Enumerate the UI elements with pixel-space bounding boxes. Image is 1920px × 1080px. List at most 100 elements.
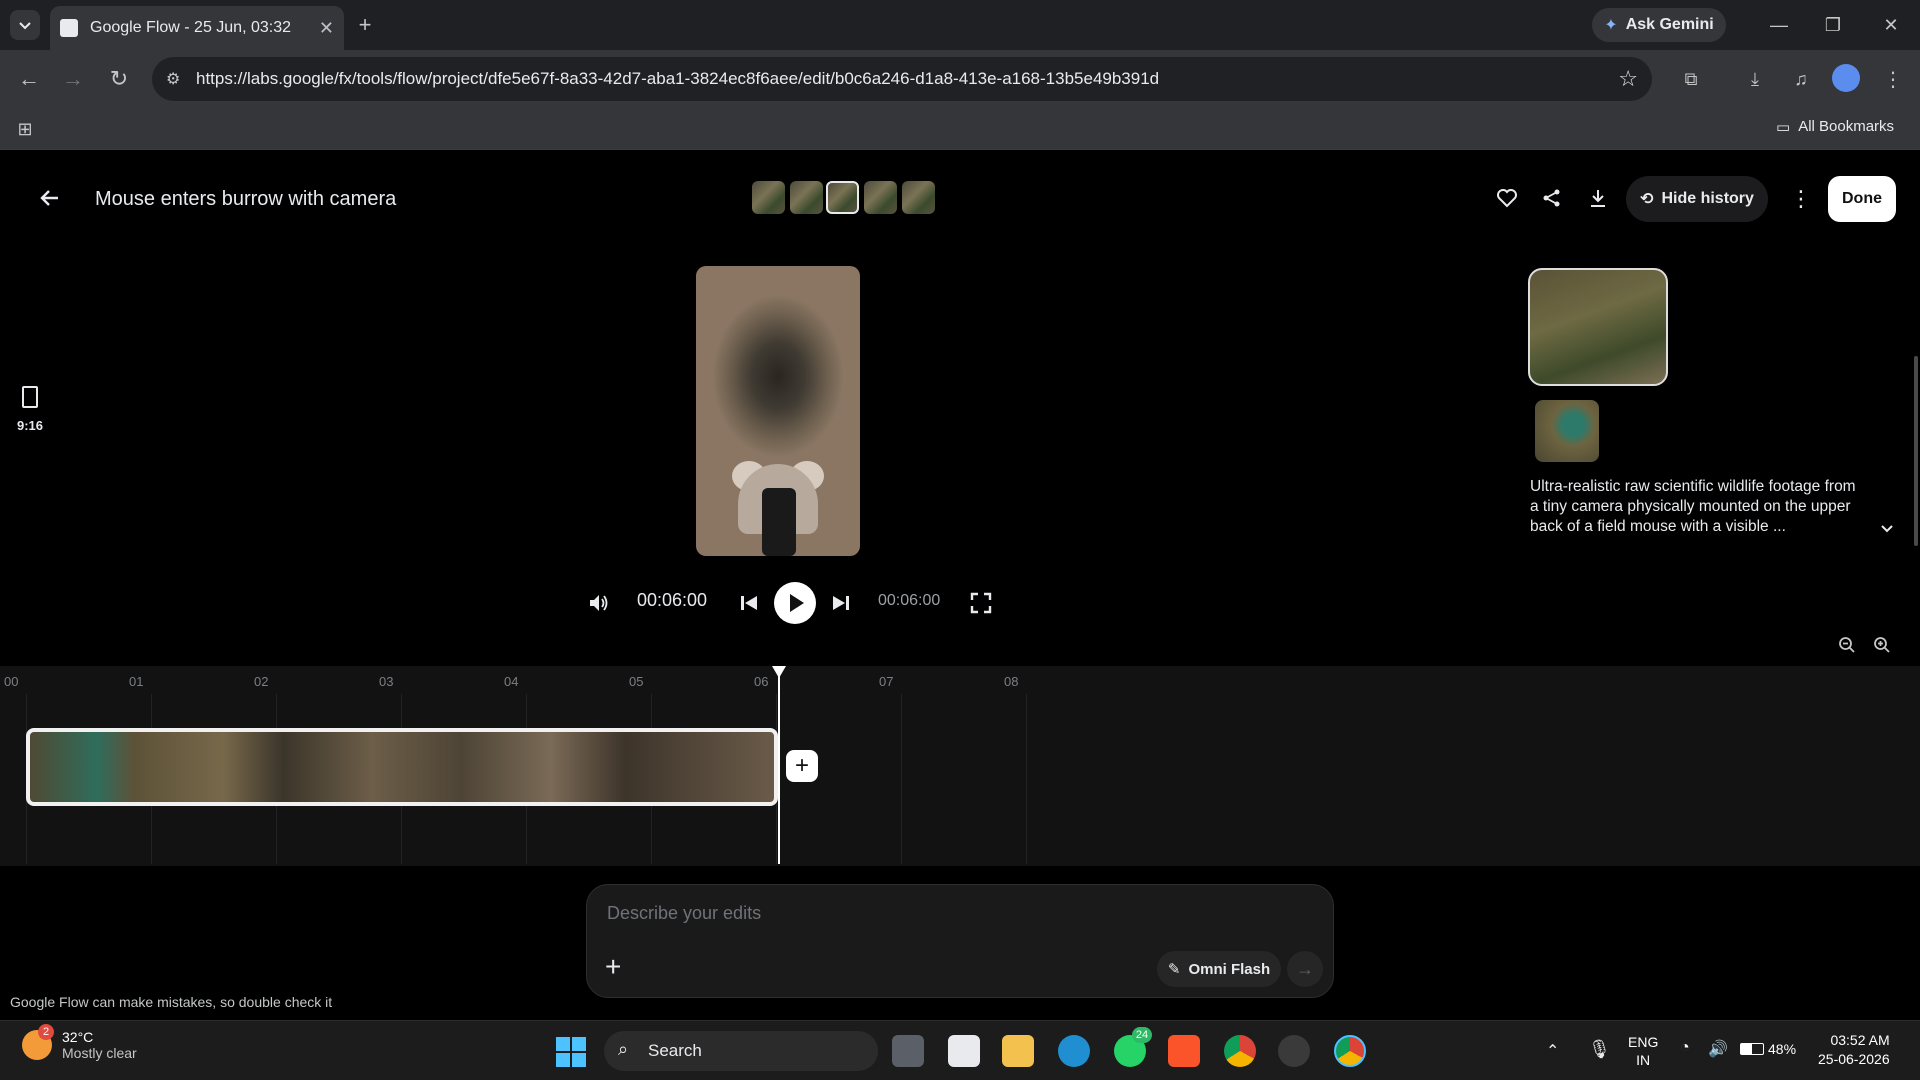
download-icon[interactable] — [1588, 188, 1608, 208]
extensions-icon[interactable]: ⧉ — [1676, 64, 1706, 94]
disclaimer-text: Google Flow can make mistakes, so double… — [10, 994, 333, 1010]
whatsapp-badge: 24 — [1132, 1027, 1152, 1043]
windows-start-icon[interactable] — [556, 1037, 586, 1067]
playhead[interactable] — [772, 666, 786, 864]
forward-button[interactable]: → — [58, 64, 88, 94]
add-attachment-button[interactable]: + — [605, 953, 621, 981]
bookmark-star-icon[interactable]: ☆ — [1618, 66, 1638, 92]
reload-button[interactable]: ↻ — [104, 64, 134, 94]
tab-title: Google Flow - 25 Jun, 03:32 — [90, 19, 292, 36]
back-button[interactable]: ← — [14, 64, 44, 94]
chrome-icon[interactable] — [1224, 1035, 1256, 1067]
taskbar-search[interactable]: ⌕ Search — [604, 1031, 878, 1071]
model-selector-button[interactable]: ✎ Omni Flash — [1157, 951, 1281, 987]
back-arrow-icon[interactable] — [38, 186, 62, 210]
edge-icon[interactable] — [1058, 1035, 1090, 1067]
app-icon[interactable] — [1278, 1035, 1310, 1067]
playhead-handle[interactable] — [772, 666, 786, 678]
history-scrollbar[interactable] — [1914, 356, 1918, 546]
minimize-window-button[interactable]: — — [1764, 10, 1794, 40]
volume-icon[interactable] — [588, 593, 610, 613]
file-explorer-icon[interactable] — [1002, 1035, 1034, 1067]
history-thumbnail[interactable] — [864, 181, 897, 214]
weather-widget[interactable]: 2 32°C Mostly clear — [22, 1024, 137, 1061]
fullscreen-icon[interactable] — [970, 592, 992, 614]
restore-window-button[interactable]: ❐ — [1818, 10, 1848, 40]
chrome-active-icon[interactable] — [1334, 1035, 1366, 1067]
browser-toolbar: ← → ↻ ⚙ https://labs.google/fx/tools/flo… — [0, 50, 1920, 108]
tab-search-button[interactable] — [10, 10, 40, 40]
history-thumbnail[interactable] — [752, 181, 785, 214]
profile-avatar[interactable] — [1832, 64, 1860, 92]
weather-desc: Mostly clear — [62, 1045, 137, 1061]
play-button[interactable] — [774, 582, 816, 624]
timeline-tick-label: 02 — [254, 674, 269, 689]
taskbar-search-label: Search — [648, 1041, 702, 1060]
timeline-tick-label: 01 — [129, 674, 144, 689]
play-icon — [790, 594, 804, 612]
timeline-tick-label: 07 — [879, 674, 894, 689]
url-text: https://labs.google/fx/tools/flow/projec… — [196, 69, 1160, 88]
all-bookmarks-button[interactable]: ▭ All Bookmarks — [1776, 118, 1894, 136]
windows-taskbar: 2 32°C Mostly clear ⌕ Search 24 ⌃ 🎙 ENG … — [0, 1020, 1920, 1080]
skip-back-icon[interactable] — [740, 595, 758, 611]
aspect-ratio-button[interactable]: 9:16 — [12, 386, 48, 433]
clock[interactable]: 03:52 AM 25-06-2026 — [1818, 1031, 1890, 1069]
ask-gemini-button[interactable]: ✦ Ask Gemini — [1592, 8, 1726, 42]
weather-temp: 32°C — [62, 1029, 94, 1045]
timeline-clip[interactable] — [26, 728, 778, 806]
favorite-heart-icon[interactable] — [1496, 188, 1518, 208]
skip-forward-icon[interactable] — [832, 595, 850, 611]
address-bar[interactable]: ⚙ https://labs.google/fx/tools/flow/proj… — [152, 57, 1652, 101]
microsoft-store-icon[interactable] — [948, 1035, 980, 1067]
hide-history-button[interactable]: ⟲ Hide history — [1626, 176, 1768, 222]
media-controls-icon[interactable]: ♫ — [1786, 64, 1816, 94]
timeline-tick-label: 03 — [379, 674, 394, 689]
apps-grid-icon[interactable]: ⊞ — [12, 116, 38, 142]
add-clip-button[interactable]: + — [786, 750, 818, 782]
timeline-grid-line — [1026, 694, 1027, 864]
microphone-icon[interactable]: 🎙 — [1588, 1039, 1611, 1060]
camera-mount — [762, 488, 796, 556]
describe-edits-input[interactable] — [607, 903, 1207, 924]
downloads-icon[interactable]: ⤓ — [1740, 64, 1770, 94]
brave-icon[interactable] — [1168, 1035, 1200, 1067]
browser-menu-icon[interactable]: ⋮ — [1878, 64, 1908, 94]
zoom-out-icon[interactable] — [1838, 636, 1856, 654]
more-options-icon[interactable]: ⋮ — [1790, 186, 1812, 212]
page-favicon-icon — [60, 19, 78, 37]
browser-tab[interactable]: Google Flow - 25 Jun, 03:32 ✕ — [50, 6, 344, 50]
timeline-grid-line — [901, 694, 902, 864]
zoom-in-icon[interactable] — [1873, 636, 1891, 654]
model-label: Omni Flash — [1188, 960, 1271, 978]
history-reference-image[interactable] — [1535, 400, 1599, 462]
hide-history-label: Hide history — [1661, 190, 1754, 207]
task-view-icon[interactable] — [892, 1035, 924, 1067]
expand-prompt-chevron-icon[interactable] — [1880, 524, 1894, 534]
history-thumbnail-selected[interactable] — [826, 181, 859, 214]
speaker-icon[interactable]: 🔊 — [1708, 1039, 1728, 1059]
close-window-button[interactable]: ✕ — [1876, 10, 1906, 40]
close-tab-icon[interactable]: ✕ — [319, 18, 334, 39]
weather-badge: 2 — [38, 1024, 54, 1040]
video-preview[interactable] — [696, 266, 860, 556]
send-button[interactable]: → — [1287, 951, 1323, 987]
timeline[interactable]: 00 01 02 03 04 05 06 07 08 + — [0, 666, 1920, 866]
search-icon: ⌕ — [618, 1039, 629, 1059]
history-thumbnail[interactable] — [790, 181, 823, 214]
battery-icon[interactable] — [1740, 1043, 1764, 1055]
history-thumbnail[interactable] — [902, 181, 935, 214]
done-button[interactable]: Done — [1828, 176, 1896, 222]
timeline-tick-label: 00 — [4, 674, 19, 689]
site-info-icon[interactable]: ⚙ — [166, 69, 180, 89]
clock-date: 25-06-2026 — [1818, 1051, 1890, 1067]
wifi-icon[interactable]: ◔ — [1680, 1039, 1690, 1057]
whatsapp-icon[interactable]: 24 — [1114, 1027, 1152, 1067]
language-indicator[interactable]: ENG IN — [1628, 1033, 1658, 1069]
current-time: 00:06:00 — [637, 590, 708, 610]
language-code: ENG — [1628, 1034, 1659, 1050]
show-hidden-icons-chevron-icon[interactable]: ⌃ — [1546, 1041, 1559, 1061]
history-video-card[interactable] — [1528, 268, 1668, 386]
new-tab-button[interactable]: + — [352, 12, 378, 38]
share-icon[interactable] — [1542, 188, 1562, 208]
